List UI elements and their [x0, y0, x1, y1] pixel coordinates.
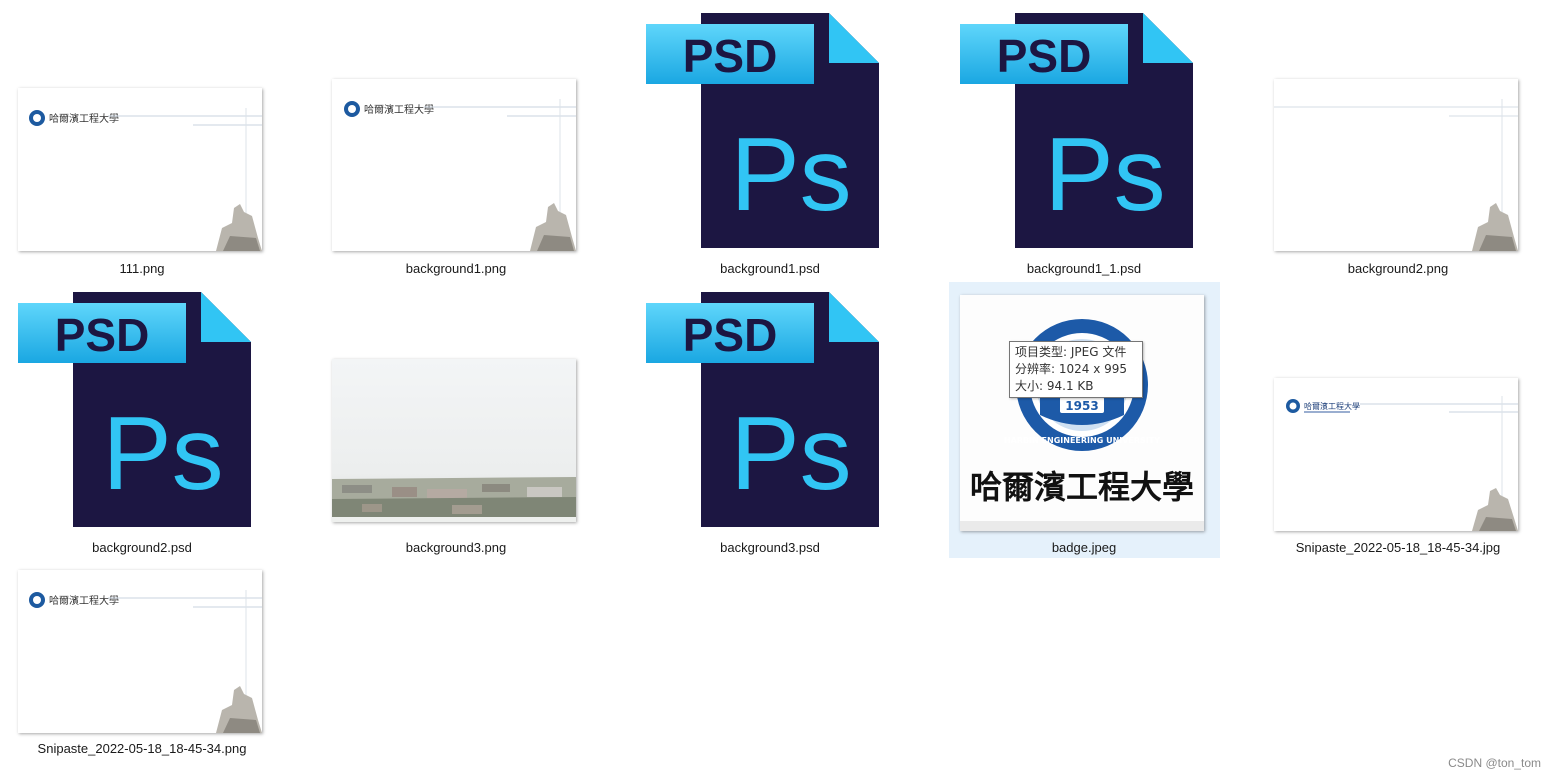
file-item[interactable]: PSD Ps background1_1.psd	[942, 0, 1228, 280]
file-name: background2.psd	[92, 540, 192, 555]
file-item[interactable]: 哈爾濱工程大學 111.png	[0, 0, 286, 280]
school-name: 哈爾濱工程大學	[49, 594, 119, 607]
tooltip-size: 大小: 94.1 KB	[1015, 379, 1094, 393]
file-info-tooltip: 项目类型: JPEG 文件 分辨率: 1024 x 995 大小: 94.1 K…	[1009, 341, 1143, 398]
file-name: Snipaste_2022-05-18_18-45-34.jpg	[1295, 540, 1501, 555]
file-name: background3.png	[405, 540, 507, 555]
file-name: background1.psd	[720, 261, 820, 276]
tooltip-resolution: 分辨率: 1024 x 995	[1015, 362, 1128, 376]
ps-glyph: Ps	[102, 396, 223, 512]
letterhead-image	[1274, 99, 1518, 251]
school-name: 哈爾濱工程大學	[49, 112, 119, 125]
letterhead-image: 哈爾濱工程大學	[29, 108, 262, 251]
ps-glyph: Ps	[1044, 117, 1165, 233]
file-name: Snipaste_2022-05-18_18-45-34.png	[37, 741, 247, 756]
file-item[interactable]: PSD Ps background2.psd	[0, 279, 286, 559]
file-name: badge.jpeg	[1051, 540, 1117, 555]
letterhead-thumbnail: 哈爾濱工程大學	[332, 79, 576, 251]
file-item[interactable]: 1953 HARBIN ENGINEERING UNIVERSITY 哈爾濱工程…	[942, 279, 1228, 559]
psd-badge-text: PSD	[55, 309, 150, 361]
letterhead-image: 哈爾濱工程大學	[29, 590, 262, 733]
letterhead-image: 哈爾濱工程大學	[1286, 396, 1518, 531]
file-item[interactable]: background3.png	[314, 279, 600, 559]
badge-thumbnail: 1953 HARBIN ENGINEERING UNIVERSITY 哈爾濱工程…	[960, 295, 1204, 531]
psd-file-icon: PSD Ps	[18, 292, 251, 527]
ps-glyph: Ps	[730, 117, 851, 233]
file-name: background1_1.psd	[1026, 261, 1142, 276]
campus-image	[332, 359, 576, 522]
tooltip-type: 项目类型: JPEG 文件	[1015, 345, 1127, 359]
badge-calligraphy: 哈爾濱工程大學	[970, 468, 1194, 506]
psd-badge-text: PSD	[683, 309, 778, 361]
badge-english-ring: HARBIN ENGINEERING UNIVERSITY	[1004, 436, 1160, 445]
watermark: CSDN @ton_tom	[1448, 756, 1541, 770]
psd-badge-text: PSD	[997, 30, 1092, 82]
letterhead-thumbnail	[1274, 79, 1518, 251]
psd-badge-text: PSD	[683, 30, 778, 82]
badge-year: 1953	[1065, 399, 1098, 413]
file-item[interactable]: 哈爾濱工程大學 background1.png	[314, 0, 600, 280]
campus-thumbnail	[332, 359, 576, 522]
file-name: background3.psd	[720, 540, 820, 555]
file-name: background2.png	[1347, 261, 1449, 276]
badge-image: 1953 HARBIN ENGINEERING UNIVERSITY 哈爾濱工程…	[960, 295, 1204, 531]
school-name: 哈爾濱工程大學	[364, 103, 434, 116]
letterhead-thumbnail: 哈爾濱工程大學	[18, 88, 262, 251]
school-name: 哈爾濱工程大學	[1304, 401, 1360, 411]
file-item[interactable]: 哈爾濱工程大學 Snipaste_2022-05-18_18-45-34.png	[0, 558, 286, 768]
file-item[interactable]: PSD Ps background3.psd	[628, 279, 914, 559]
letterhead-thumbnail: 哈爾濱工程大學	[1274, 378, 1518, 531]
letterhead-thumbnail: 哈爾濱工程大學	[18, 570, 262, 733]
file-item[interactable]: background2.png	[1256, 0, 1542, 280]
ps-glyph: Ps	[730, 396, 851, 512]
file-item[interactable]: PSD Ps background1.psd	[628, 0, 914, 280]
psd-file-icon: PSD Ps	[646, 292, 879, 527]
letterhead-image: 哈爾濱工程大學	[344, 99, 576, 251]
file-name: 111.png	[119, 261, 165, 276]
file-item[interactable]: 哈爾濱工程大學 Snipaste_2022-05-18_18-45-34.jpg	[1256, 279, 1542, 559]
psd-file-icon: PSD Ps	[960, 13, 1193, 248]
psd-file-icon: PSD Ps	[646, 13, 879, 248]
file-name: background1.png	[405, 261, 507, 276]
